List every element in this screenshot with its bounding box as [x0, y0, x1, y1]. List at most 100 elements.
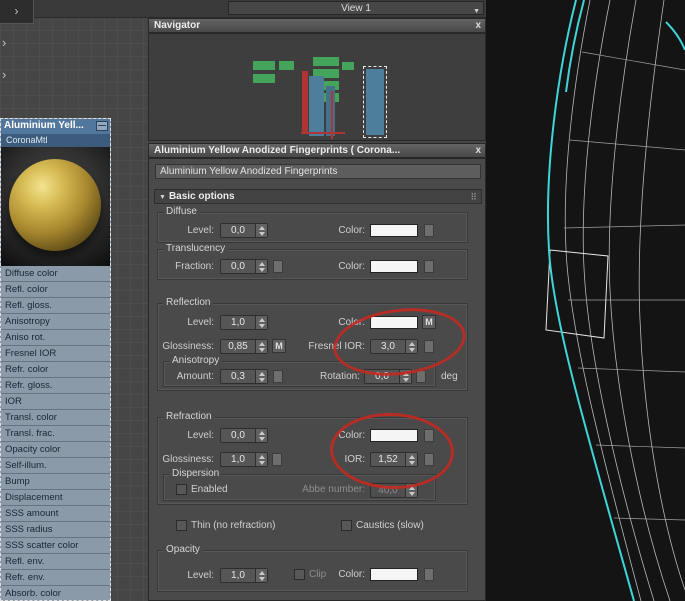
minimap-node[interactable]	[313, 57, 339, 66]
rollout-basic-options[interactable]: ▼ Basic options ⠿	[154, 189, 482, 204]
reflection-group-label: Reflection	[163, 297, 214, 308]
spinner-arrows[interactable]	[255, 340, 267, 353]
refraction-level-spinner[interactable]: 0,0	[220, 428, 268, 443]
wireframe-geometry	[545, 0, 685, 601]
translucency-color-label: Color:	[338, 261, 365, 272]
node-slot-transl-frac[interactable]: Transl. frac.	[1, 426, 110, 442]
spinner-down-icon[interactable]	[400, 376, 411, 383]
translucency-color-map-button[interactable]	[424, 260, 434, 273]
spinner-down-icon[interactable]	[256, 435, 267, 442]
minimap-node-fill	[366, 69, 384, 135]
opacity-clip-checkbox[interactable]	[294, 569, 305, 580]
navigator-titlebar[interactable]: Navigator x	[148, 18, 486, 33]
translucency-fraction-spinner[interactable]: 0,0	[220, 259, 268, 274]
caustics-slow-checkbox[interactable]	[341, 520, 352, 531]
opacity-color-swatch[interactable]	[370, 568, 418, 581]
opacity-level-spinner[interactable]: 1,0	[220, 568, 268, 583]
spinner-arrows[interactable]	[255, 260, 267, 273]
material-node-header[interactable]: Aluminium Yell... —	[1, 119, 110, 134]
node-slot-refr-gloss[interactable]: Refr. gloss.	[1, 378, 110, 394]
reflection-level-spinner[interactable]: 1,0	[220, 315, 268, 330]
material-node[interactable]: Aluminium Yell... — CoronaMtl Diffuse co…	[0, 118, 111, 601]
node-slot-refl-gloss[interactable]: Refl. gloss.	[1, 298, 110, 314]
spinner-down-icon[interactable]	[256, 376, 267, 383]
spinner-down-icon[interactable]	[256, 322, 267, 329]
opacity-group-label: Opacity	[163, 544, 203, 555]
reflection-glossiness-m-button[interactable]: M	[272, 339, 286, 353]
rollout-arrow-icon: ▼	[159, 194, 166, 201]
navigator-close-button[interactable]: x	[475, 19, 481, 32]
chevron-right-icon: ›	[14, 4, 19, 18]
dropdown-arrow-icon: ▼	[473, 8, 480, 15]
node-slot-opacity-color[interactable]: Opacity color	[1, 442, 110, 458]
thin-no-refraction-checkbox[interactable]	[176, 520, 187, 531]
view-selector-label: View 1	[341, 3, 371, 14]
translucency-color-swatch[interactable]	[370, 260, 418, 273]
node-minimize-button[interactable]: —	[96, 121, 108, 131]
navigator-canvas[interactable]	[148, 33, 486, 141]
dispersion-enabled-checkbox[interactable]	[176, 484, 187, 495]
reflection-glossiness-spinner[interactable]: 0,85	[220, 339, 268, 354]
material-name-field[interactable]: Aluminium Yellow Anodized Fingerprints	[155, 164, 481, 179]
node-slot-sss-amount[interactable]: SSS amount	[1, 506, 110, 522]
spinner-arrows[interactable]	[255, 316, 267, 329]
minimap-node[interactable]	[302, 71, 308, 133]
minimap-node[interactable]	[253, 74, 275, 83]
slate-corner-button[interactable]: ›	[0, 0, 34, 24]
scroll-chevron-icon[interactable]: ›	[2, 68, 6, 81]
spinner-down-icon[interactable]	[256, 230, 267, 237]
node-slot-self-illum[interactable]: Self-illum.	[1, 458, 110, 474]
node-slot-sss-radius[interactable]: SSS radius	[1, 522, 110, 538]
node-slot-ior[interactable]: IOR	[1, 394, 110, 410]
minimap-selected-node[interactable]	[363, 66, 387, 138]
refraction-glossiness-label: Glossiness:	[162, 454, 214, 465]
node-slot-refr-env[interactable]: Refr. env.	[1, 570, 110, 586]
anisotropy-amount-map-button[interactable]	[273, 370, 283, 383]
material-window-titlebar[interactable]: Aluminium Yellow Anodized Fingerprints (…	[148, 143, 486, 158]
diffuse-group-label: Diffuse	[163, 206, 200, 217]
spinner-arrows[interactable]	[255, 370, 267, 383]
node-slot-fresnel-ior[interactable]: Fresnel IOR	[1, 346, 110, 362]
diffuse-level-value: 0,0	[231, 225, 245, 236]
spinner-down-icon[interactable]	[256, 459, 267, 466]
node-slot-refl-color[interactable]: Refl. color	[1, 282, 110, 298]
viewport-3d[interactable]	[486, 0, 685, 601]
minimap-node[interactable]	[309, 76, 324, 136]
material-window-close-button[interactable]: x	[475, 144, 481, 157]
caustics-slow-label: Caustics (slow)	[356, 520, 424, 531]
spinner-arrows[interactable]	[255, 453, 267, 466]
refraction-group-label: Refraction	[163, 411, 215, 422]
node-slot-displacement[interactable]: Displacement	[1, 490, 110, 506]
node-slot-aniso-rot[interactable]: Aniso rot.	[1, 330, 110, 346]
minimap-node[interactable]	[279, 61, 294, 70]
anisotropy-amount-value: 0,3	[231, 371, 245, 382]
spinner-down-icon[interactable]	[256, 266, 267, 273]
node-slot-absorb-color[interactable]: Absorb. color	[1, 586, 110, 600]
node-slot-diffuse-color[interactable]: Diffuse color	[1, 266, 110, 282]
node-slot-bump[interactable]: Bump	[1, 474, 110, 490]
refraction-level-label: Level:	[187, 430, 214, 441]
node-slot-anisotropy[interactable]: Anisotropy	[1, 314, 110, 330]
node-slot-transl-color[interactable]: Transl. color	[1, 410, 110, 426]
diffuse-color-swatch[interactable]	[370, 224, 418, 237]
anisotropy-amount-spinner[interactable]: 0,3	[220, 369, 268, 384]
node-slot-refr-color[interactable]: Refr. color	[1, 362, 110, 378]
view-selector[interactable]: View 1 ▼	[228, 1, 484, 15]
spinner-arrows[interactable]	[255, 569, 267, 582]
opacity-color-map-button[interactable]	[424, 568, 434, 581]
scroll-chevron-icon[interactable]: ›	[2, 36, 6, 49]
minimap-node[interactable]	[342, 62, 354, 70]
refraction-glossiness-spinner[interactable]: 1,0	[220, 452, 268, 467]
spinner-arrows[interactable]	[255, 224, 267, 237]
node-slot-sss-scatter-color[interactable]: SSS scatter color	[1, 538, 110, 554]
spinner-arrows[interactable]	[255, 429, 267, 442]
translucency-fraction-map-button[interactable]	[273, 260, 283, 273]
refraction-glossiness-map-button[interactable]	[272, 453, 282, 466]
minimap-node[interactable]	[253, 61, 275, 70]
spinner-down-icon[interactable]	[256, 575, 267, 582]
diffuse-level-spinner[interactable]: 0,0	[220, 223, 268, 238]
opacity-level-value: 1,0	[231, 570, 245, 581]
node-slot-refl-env[interactable]: Refl. env.	[1, 554, 110, 570]
spinner-down-icon[interactable]	[256, 346, 267, 353]
diffuse-color-map-button[interactable]	[424, 224, 434, 237]
